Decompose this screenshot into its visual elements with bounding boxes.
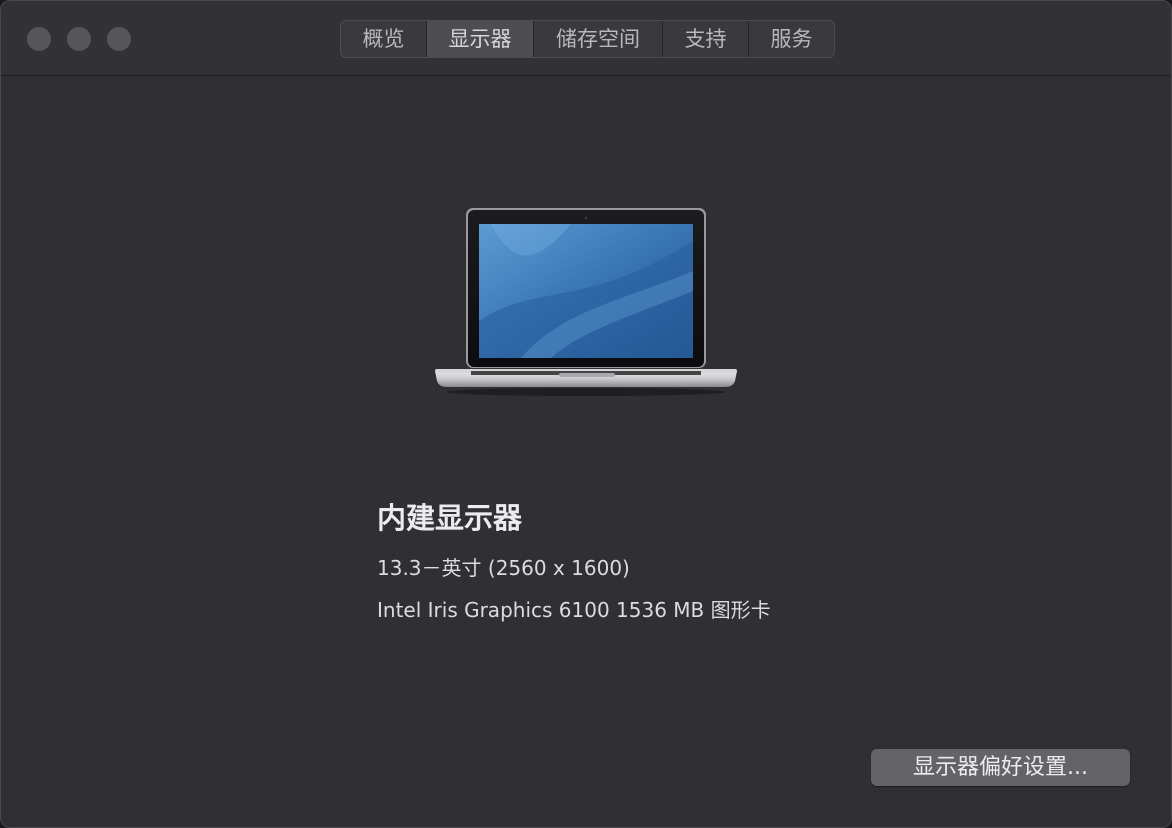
tab-support[interactable]: 支持: [663, 21, 749, 57]
minimize-window-button[interactable]: [67, 27, 91, 51]
about-this-mac-window: 概览 显示器 储存空间 支持 服务 内建显示器 13.3－英寸 (2560 x …: [0, 0, 1172, 828]
title-bar: 概览 显示器 储存空间 支持 服务: [1, 1, 1171, 76]
display-graphics: Intel Iris Graphics 6100 1536 MB 图形卡: [377, 598, 771, 622]
zoom-window-button[interactable]: [107, 27, 131, 51]
tab-overview[interactable]: 概览: [341, 21, 427, 57]
display-info: 内建显示器 13.3－英寸 (2560 x 1600) Intel Iris G…: [377, 497, 771, 631]
tab-bar: 概览 显示器 储存空间 支持 服务: [340, 20, 835, 58]
display-name: 内建显示器: [377, 501, 523, 535]
macbook-pro-laptop-icon: [435, 208, 737, 396]
tab-service[interactable]: 服务: [749, 21, 834, 57]
display-size: 13.3－英寸 (2560 x 1600): [377, 556, 630, 580]
display-preferences-button[interactable]: 显示器偏好设置...: [871, 749, 1130, 786]
tab-storage[interactable]: 储存空间: [534, 21, 663, 57]
close-window-button[interactable]: [27, 27, 51, 51]
tab-displays[interactable]: 显示器: [427, 21, 534, 57]
